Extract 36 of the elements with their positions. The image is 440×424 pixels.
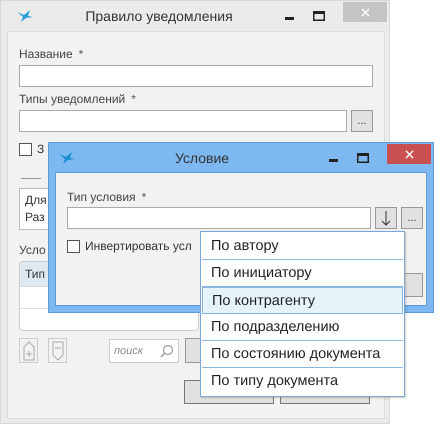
dropdown-option[interactable]: По типу документа bbox=[202, 368, 403, 395]
dropdown-option[interactable]: По контрагенту bbox=[202, 287, 403, 314]
text-field[interactable] bbox=[19, 65, 373, 87]
field-label: Название bbox=[19, 47, 73, 61]
text-field[interactable] bbox=[19, 110, 347, 132]
checkbox[interactable] bbox=[19, 142, 32, 156]
text-line: Раз bbox=[25, 210, 45, 225]
checkbox-label: Инвертировать усл bbox=[85, 239, 192, 253]
checkbox-label: З bbox=[37, 142, 44, 156]
browse-button[interactable]: ... bbox=[401, 207, 423, 229]
search-field[interactable]: поиск bbox=[109, 338, 179, 362]
down-arrow-icon bbox=[381, 210, 391, 226]
dropdown-option[interactable]: По автору bbox=[202, 233, 403, 260]
required-mark: * bbox=[78, 47, 84, 61]
required-mark: * bbox=[142, 190, 146, 204]
dropdown-option[interactable]: По подразделению bbox=[202, 314, 403, 341]
maximize-icon[interactable] bbox=[313, 11, 325, 21]
window-title: Правило уведомления bbox=[84, 8, 234, 24]
text-line: Для bbox=[25, 193, 47, 208]
section-label: Усло bbox=[19, 243, 46, 257]
field-label: Тип условия bbox=[67, 190, 136, 204]
maximize-icon[interactable] bbox=[357, 152, 369, 162]
close-button[interactable] bbox=[387, 144, 431, 164]
close-icon bbox=[404, 150, 414, 158]
bird-icon bbox=[59, 152, 75, 164]
window-title: Условие bbox=[174, 150, 230, 166]
close-icon bbox=[360, 8, 370, 16]
browse-button[interactable]: ... bbox=[351, 110, 373, 132]
search-icon bbox=[160, 344, 174, 358]
checkbox[interactable] bbox=[67, 240, 80, 252]
bird-icon bbox=[17, 10, 33, 22]
field-label: Типы уведомлений bbox=[19, 92, 126, 106]
text-field[interactable] bbox=[67, 207, 371, 229]
dropdown-option[interactable]: По состоянию документа bbox=[202, 341, 403, 368]
dropdown-button[interactable] bbox=[375, 207, 397, 229]
required-mark: * bbox=[131, 92, 136, 106]
